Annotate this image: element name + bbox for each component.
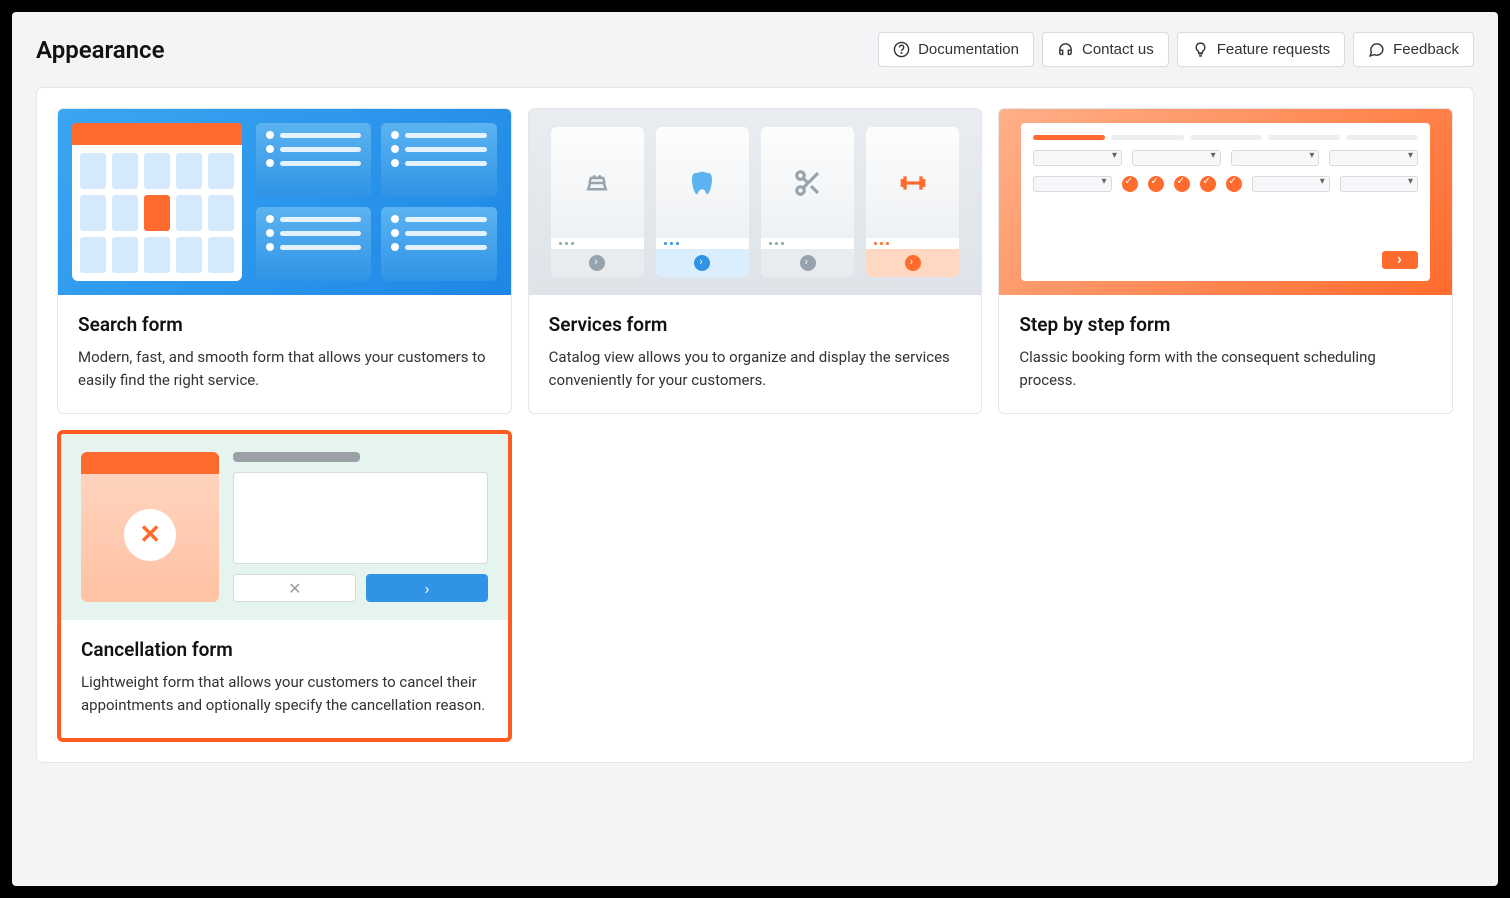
services-form-preview — [529, 109, 982, 295]
speech-bubble-icon — [1368, 41, 1385, 58]
card-services-form[interactable]: Services form Catalog view allows you to… — [528, 108, 983, 414]
documentation-label: Documentation — [918, 41, 1019, 58]
feedback-button[interactable]: Feedback — [1353, 32, 1474, 67]
card-step-form[interactable]: Step by step form Classic booking form w… — [998, 108, 1453, 414]
search-form-preview — [58, 109, 511, 295]
page-header: Appearance Documentation Contact us Feat… — [36, 32, 1474, 67]
card-description: Modern, fast, and smooth form that allow… — [78, 346, 491, 391]
card-title: Search form — [78, 313, 491, 336]
content-panel: Search form Modern, fast, and smooth for… — [36, 87, 1474, 763]
card-description: Lightweight form that allows your custom… — [81, 671, 488, 716]
dumbbell-icon — [897, 167, 929, 199]
card-title: Cancellation form — [81, 638, 488, 661]
documentation-button[interactable]: Documentation — [878, 32, 1034, 67]
card-cancellation-form[interactable]: ✕ ✕ › Cancellation form Lightweight form… — [57, 430, 512, 742]
cancel-preview-next-button: › — [366, 574, 487, 602]
feedback-label: Feedback — [1393, 41, 1459, 58]
step-form-preview — [999, 109, 1452, 295]
tooth-icon — [687, 168, 717, 198]
x-icon: ✕ — [124, 509, 176, 561]
header-actions: Documentation Contact us Feature request… — [878, 32, 1474, 67]
contact-button[interactable]: Contact us — [1042, 32, 1169, 67]
card-title: Step by step form — [1019, 313, 1432, 336]
feature-label: Feature requests — [1217, 41, 1330, 58]
lightbulb-icon — [1192, 41, 1209, 58]
car-icon — [582, 168, 612, 198]
cancel-preview-x-button: ✕ — [233, 574, 356, 602]
page-title: Appearance — [36, 36, 165, 64]
cancellation-form-preview: ✕ ✕ › — [61, 434, 508, 620]
contact-label: Contact us — [1082, 41, 1154, 58]
feature-requests-button[interactable]: Feature requests — [1177, 32, 1345, 67]
card-description: Classic booking form with the consequent… — [1019, 346, 1432, 391]
appearance-window: Appearance Documentation Contact us Feat… — [12, 12, 1498, 886]
card-description: Catalog view allows you to organize and … — [549, 346, 962, 391]
help-circle-icon — [893, 41, 910, 58]
scissors-icon — [793, 168, 823, 198]
card-search-form[interactable]: Search form Modern, fast, and smooth for… — [57, 108, 512, 414]
headset-icon — [1057, 41, 1074, 58]
form-cards-grid: Search form Modern, fast, and smooth for… — [57, 108, 1453, 742]
calendar-icon — [72, 123, 242, 281]
card-title: Services form — [549, 313, 962, 336]
